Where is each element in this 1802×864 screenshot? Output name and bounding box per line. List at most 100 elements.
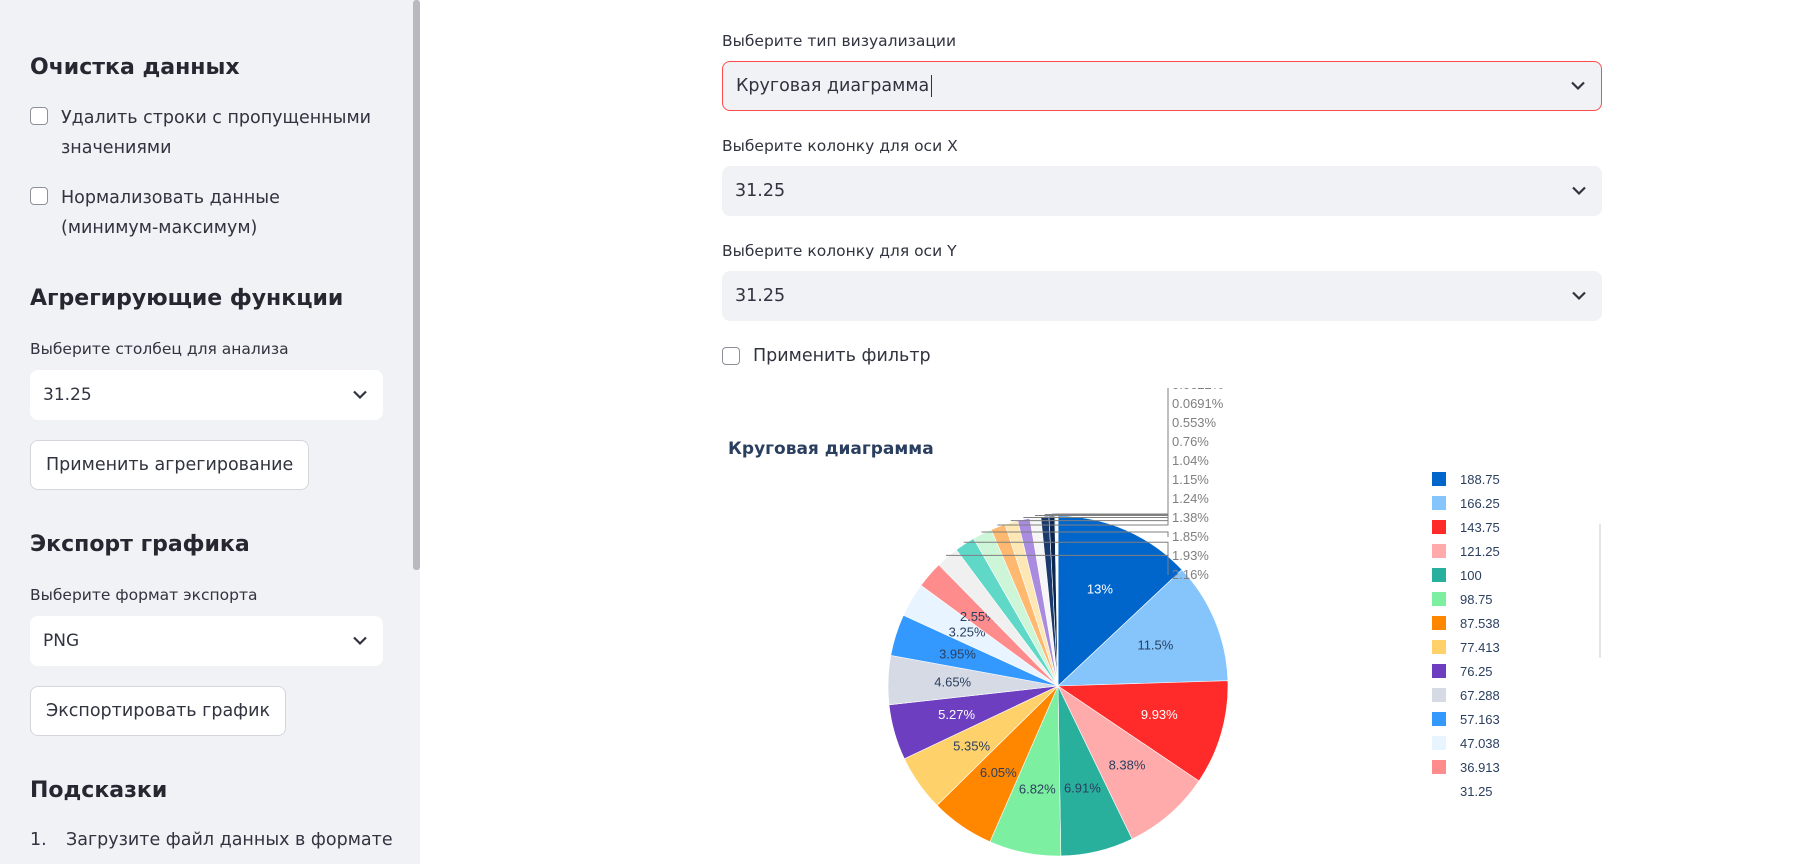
- legend-swatch: [1432, 712, 1446, 726]
- legend-swatch: [1432, 736, 1446, 750]
- apply-aggregation-button[interactable]: Применить агрегирование: [30, 440, 310, 490]
- slice-leader-line: [1057, 388, 1169, 515]
- chevron-down-icon: [1572, 291, 1586, 301]
- legend-swatch: [1432, 640, 1446, 654]
- legend-swatch: [1432, 568, 1446, 582]
- slice-label: 3.95%: [939, 646, 976, 661]
- slice-leader-line: [1055, 404, 1169, 515]
- slice-leader-line: [1044, 442, 1169, 515]
- legend-swatch: [1432, 664, 1446, 678]
- legend-label: 76.25: [1460, 664, 1493, 679]
- tip-number: 1.: [30, 830, 47, 850]
- export-format-label: Выберите формат экспорта: [30, 586, 258, 604]
- slice-label: 5.35%: [953, 738, 990, 753]
- export-chart-button[interactable]: Экспортировать график: [30, 686, 287, 736]
- slice-label: 6.05%: [980, 765, 1017, 780]
- x-column-value: 31.25: [735, 181, 786, 201]
- pie-chart: Круговая диаграмма 13% 11.5% 9.93% 8.38% 6.91…: [722, 388, 1602, 864]
- cleaning-title: Очистка данных: [30, 55, 240, 80]
- slice-leader-line: [1035, 461, 1169, 516]
- slice-outside-label: 1.24%: [1172, 491, 1209, 506]
- slice-label: 8.38%: [1109, 758, 1146, 773]
- agg-column-label: Выберите столбец для анализа: [30, 340, 289, 358]
- tip-item: 1. Загрузите файл данных в формате: [30, 830, 393, 850]
- chevron-down-icon: [353, 636, 367, 646]
- export-format-value: PNG: [43, 631, 80, 651]
- slice-leader-line: [1023, 480, 1169, 518]
- slice-outside-label: 0.0691%: [1172, 396, 1224, 411]
- legend-label: 36.913: [1460, 760, 1500, 775]
- legend-label: 166.25: [1460, 496, 1500, 511]
- x-column-select[interactable]: 31.25: [722, 166, 1602, 216]
- slice-label: 11.5%: [1137, 638, 1173, 653]
- viz-type-select[interactable]: Круговая диаграмма: [722, 61, 1602, 111]
- slice-label: 5.27%: [938, 707, 975, 722]
- legend-swatch: [1432, 760, 1446, 774]
- sidebar: Очистка данных Удалить строки с пропущен…: [0, 0, 420, 864]
- slice-outside-label: 1.15%: [1172, 472, 1209, 487]
- tip-text: Загрузите файл данных в формате: [66, 830, 393, 850]
- slice-label: 6.82%: [1019, 781, 1056, 796]
- export-format-select[interactable]: PNG: [30, 616, 383, 666]
- agg-column-select[interactable]: 31.25: [30, 370, 383, 420]
- legend-label: 188.75: [1460, 472, 1500, 487]
- chevron-down-icon: [353, 390, 367, 400]
- export-title: Экспорт графика: [30, 532, 250, 557]
- slice-leader-line: [1055, 388, 1169, 515]
- legend-swatch: [1432, 520, 1446, 534]
- legend-label: 47.038: [1460, 736, 1500, 751]
- legend-swatch: [1432, 592, 1446, 606]
- slice-leader-line: [1057, 388, 1169, 515]
- legend-label: 143.75: [1460, 520, 1500, 535]
- drop-na-option[interactable]: Удалить строки с пропущенными значениями: [30, 103, 380, 163]
- slice-label: 6.91%: [1064, 781, 1101, 796]
- slice-label: 9.93%: [1141, 707, 1178, 722]
- normalize-checkbox[interactable]: [30, 187, 48, 205]
- slice-label: 13%: [1087, 581, 1113, 596]
- viz-type-value: Круговая диаграмма: [736, 76, 930, 96]
- y-column-value: 31.25: [735, 286, 786, 306]
- tips-title: Подсказки: [30, 778, 168, 803]
- legend-swatch: [1432, 472, 1446, 486]
- legend-label: 121.25: [1460, 544, 1500, 559]
- legend-label: 67.288: [1460, 688, 1500, 703]
- drop-na-label: Удалить строки с пропущенными значениями: [61, 108, 372, 158]
- chevron-down-icon: [1571, 81, 1585, 91]
- normalize-option[interactable]: Нормализовать данные (минимум-максимум): [30, 183, 380, 243]
- legend-label: 98.75: [1460, 592, 1493, 607]
- slice-outside-label: 1.85%: [1172, 529, 1209, 544]
- chevron-down-icon: [1572, 186, 1586, 196]
- x-column-label: Выберите колонку для оси X: [722, 137, 958, 155]
- slice-outside-label: 2.16%: [1172, 567, 1209, 582]
- y-column-label: Выберите колонку для оси Y: [722, 242, 957, 260]
- legend-swatch: [1432, 544, 1446, 558]
- filter-label: Применить фильтр: [753, 346, 931, 366]
- legend-label: 100: [1460, 568, 1482, 583]
- legend-label: 31.25: [1460, 784, 1493, 799]
- slice-outside-label: 1.38%: [1172, 510, 1209, 525]
- legend-swatch: [1432, 688, 1446, 702]
- text-cursor: [931, 75, 933, 97]
- slice-leader-line: [1057, 388, 1169, 515]
- pie-chart-svg: Круговая диаграмма 13% 11.5% 9.93% 8.38% 6.91…: [728, 388, 1601, 857]
- slice-label: 4.65%: [934, 674, 971, 689]
- legend-label: 77.413: [1460, 640, 1500, 655]
- legend-swatch: [1432, 616, 1446, 630]
- agg-column-value: 31.25: [43, 385, 92, 405]
- slice-outside-label: 0.0622%: [1172, 388, 1224, 392]
- sidebar-scrollbar[interactable]: [413, 0, 420, 570]
- filter-checkbox[interactable]: [722, 347, 740, 365]
- chart-title: Круговая диаграмма: [728, 439, 934, 459]
- slice-outside-label: 0.76%: [1172, 434, 1209, 449]
- slice-leader-line: [1057, 388, 1169, 515]
- slice-outside-label: 1.04%: [1172, 453, 1209, 468]
- legend-swatch: [1432, 496, 1446, 510]
- slice-outside-label: 0.553%: [1172, 415, 1217, 430]
- slice-leader-line: [1051, 423, 1169, 515]
- legend-label: 57.163: [1460, 712, 1500, 727]
- drop-na-checkbox[interactable]: [30, 107, 48, 125]
- y-column-select[interactable]: 31.25: [722, 271, 1602, 321]
- slice-leader-line: [1056, 388, 1169, 515]
- normalize-label: Нормализовать данные (минимум-максимум): [61, 188, 280, 238]
- filter-option[interactable]: Применить фильтр: [722, 346, 931, 366]
